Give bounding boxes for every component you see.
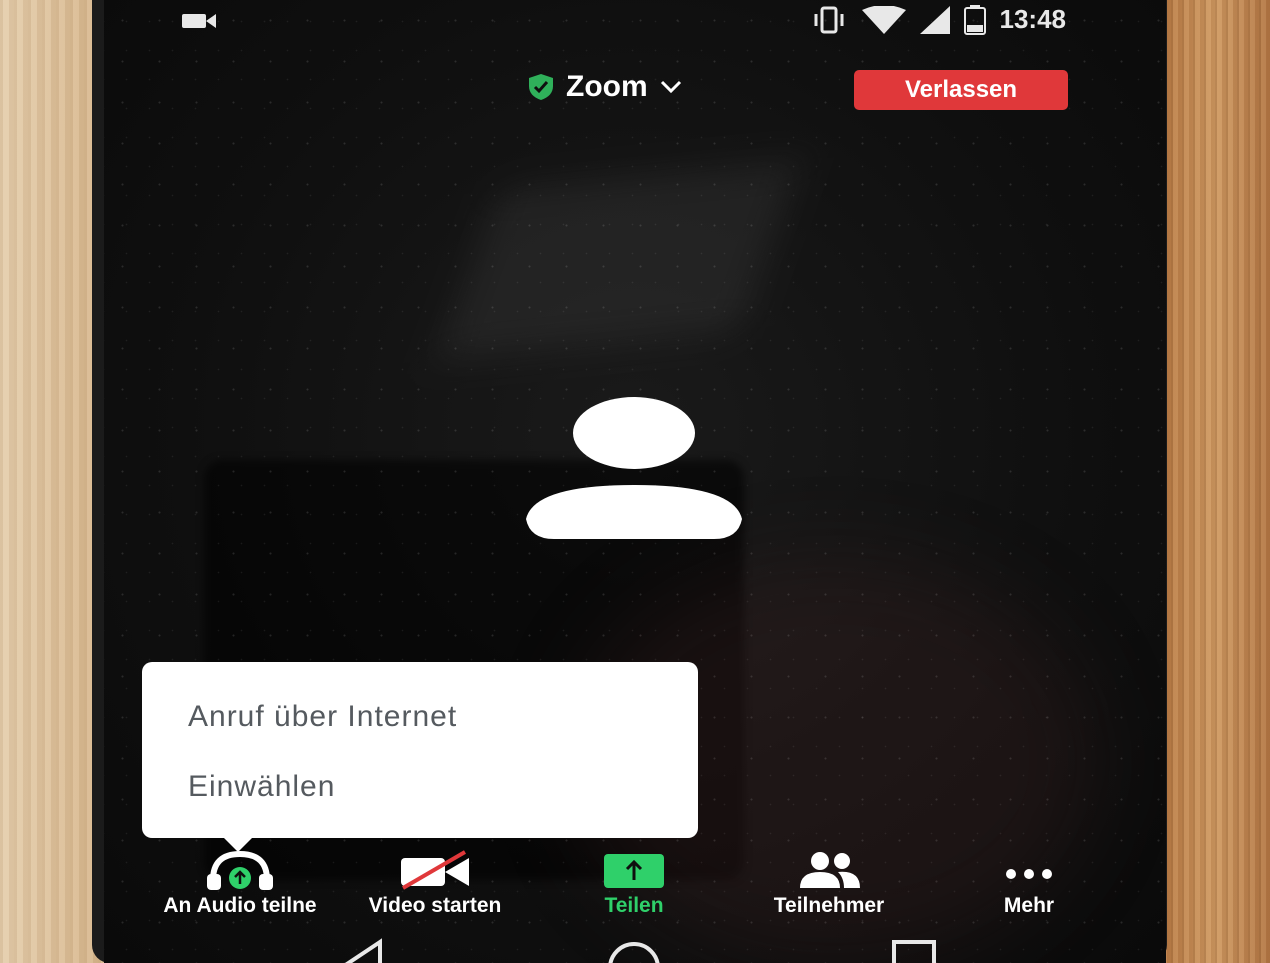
wifi-icon: [861, 5, 906, 34]
participants-icon: [800, 852, 860, 888]
status-time: 13:48: [999, 4, 1067, 34]
menu-item-dial-in[interactable]: Einwählen: [188, 770, 335, 804]
meeting-toolbar: An Audio teilne Video starten Teilen Tei…: [104, 850, 1166, 925]
join-audio-label: An Audio teilne: [163, 894, 317, 917]
headphones-icon: [207, 850, 273, 890]
meeting-title: Zoom: [566, 70, 648, 103]
back-icon[interactable]: [340, 938, 384, 963]
participant-avatar-icon: [526, 397, 742, 539]
participants-label: Teilnehmer: [773, 894, 885, 917]
share-icon: [604, 854, 664, 888]
status-icons: 13:48: [810, 4, 1067, 35]
meeting-title-dropdown[interactable]: Zoom: [528, 70, 682, 104]
more-label: Mehr: [1003, 894, 1055, 917]
chevron-down-icon: [660, 80, 681, 94]
more-icon: [1006, 869, 1052, 879]
android-nav-bar: [104, 930, 1166, 963]
video-off-icon: [401, 850, 469, 890]
audio-options-menu: Anruf über Internet Einwählen: [142, 662, 698, 852]
battery-icon: [963, 4, 986, 35]
share-label: Teilen: [604, 894, 664, 917]
start-video-label: Video starten: [368, 894, 502, 917]
join-audio-button[interactable]: An Audio teilne: [140, 850, 340, 918]
status-bar: 13:48: [104, 0, 1166, 42]
video-recording-icon: [182, 14, 216, 28]
leave-meeting-button[interactable]: Verlassen: [854, 70, 1068, 110]
more-button[interactable]: Mehr: [984, 850, 1074, 918]
home-icon[interactable]: [604, 938, 664, 963]
cell-signal-icon: [919, 5, 950, 34]
security-shield-icon: [529, 74, 553, 100]
phone-screen: 13:48 Zoom Verlassen Anruf über Internet…: [104, 0, 1166, 963]
menu-item-internet-call[interactable]: Anruf über Internet: [188, 700, 457, 734]
start-video-button[interactable]: Video starten: [340, 850, 530, 918]
table-background-right: [1160, 0, 1270, 963]
recents-icon[interactable]: [890, 938, 938, 963]
vibrate-icon: [814, 6, 843, 33]
share-button[interactable]: Teilen: [574, 850, 694, 918]
participants-button[interactable]: Teilnehmer: [744, 850, 914, 918]
